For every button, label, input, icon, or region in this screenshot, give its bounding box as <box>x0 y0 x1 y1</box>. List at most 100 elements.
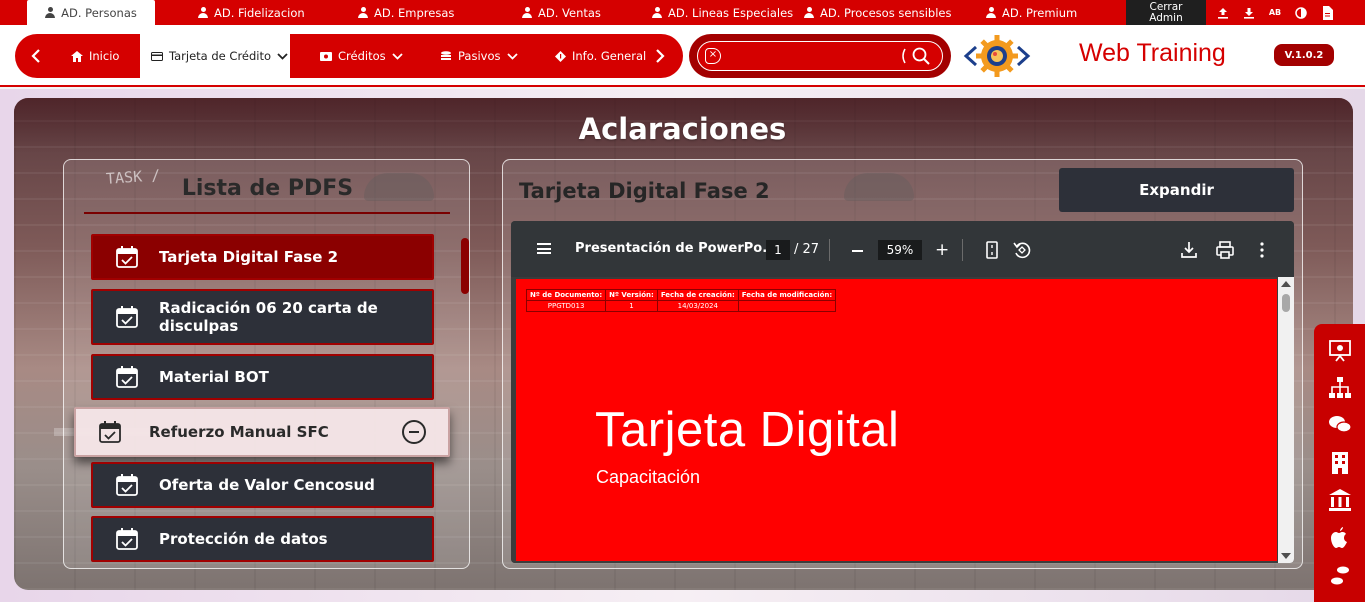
pdf-list-title: Lista de PDFS <box>181 176 354 201</box>
page-title: Aclaraciones <box>578 112 787 146</box>
logout-admin-button[interactable]: Cerrar Admin <box>1126 0 1206 25</box>
user-icon <box>358 7 368 18</box>
user-icon <box>652 7 662 18</box>
scroll-thumb[interactable] <box>1282 294 1290 312</box>
chevron-down-icon <box>391 52 403 60</box>
search-box: × <box>697 41 943 71</box>
calendar-check-icon <box>116 366 138 388</box>
pdf-item-tarjeta-digital-fase-2[interactable]: Tarjeta Digital Fase 2 <box>91 234 434 280</box>
chevron-down-icon <box>277 52 288 60</box>
apple-icon[interactable] <box>1328 526 1352 550</box>
org-chart-icon[interactable] <box>1328 376 1352 400</box>
contrast-icon[interactable] <box>1288 0 1314 25</box>
user-icon <box>986 7 996 18</box>
download-icon[interactable] <box>1236 0 1262 25</box>
nav-item-creditos[interactable]: Créditos <box>320 34 403 78</box>
slide-subtitle: Capacitación <box>596 467 701 487</box>
divider <box>962 239 963 261</box>
zoom-input[interactable]: 59% <box>878 240 922 260</box>
pdf-item-radicacion-carta-disculpas[interactable]: Radicación 06 20 carta de disculpas <box>91 289 434 345</box>
footprints-icon[interactable] <box>1328 564 1352 588</box>
search-button[interactable] <box>898 45 932 67</box>
clear-search-icon[interactable]: × <box>705 48 721 64</box>
menu-icon[interactable] <box>537 243 551 254</box>
coins-icon <box>441 50 451 60</box>
top-bar: AD. Personas AD. Fidelizacion AD. Empres… <box>0 0 1365 25</box>
search-input[interactable] <box>726 46 896 66</box>
calendar-check-icon <box>116 474 138 496</box>
tab-ad-ventas[interactable]: AD. Ventas <box>522 0 601 25</box>
pdf-item-material-bot[interactable]: Material BOT <box>91 354 434 400</box>
bank-icon[interactable] <box>1328 488 1352 512</box>
list-scrollbar[interactable] <box>461 238 469 294</box>
main-nav: Inicio Tarjeta de Crédito Créditos Pasiv… <box>0 25 1365 87</box>
upload-icon[interactable] <box>1210 0 1236 25</box>
tab-ad-fidelizacion[interactable]: AD. Fidelizacion <box>198 0 305 25</box>
pdf-viewer-panel: Tarjeta Digital Fase 2 Expandir Presenta… <box>502 159 1303 569</box>
version-badge: V.1.0.2 <box>1274 44 1334 66</box>
tab-ad-personas[interactable]: AD. Personas <box>27 0 155 25</box>
page-number-input[interactable]: 1 <box>766 240 790 260</box>
chevron-down-icon <box>506 52 518 60</box>
zoom-out-icon[interactable] <box>852 250 863 252</box>
search-icon <box>912 47 930 65</box>
nav-item-inicio[interactable]: Inicio <box>71 34 119 78</box>
side-quick-menu <box>1314 324 1365 602</box>
tab-ad-lineas-especiales[interactable]: AD. Lineas Especiales <box>652 0 793 25</box>
viewer-scrollbar[interactable] <box>1278 277 1294 563</box>
nav-item-pasivos[interactable]: Pasivos <box>440 34 518 78</box>
pdf-item-oferta-de-valor-cencosud[interactable]: Oferta de Valor Cencosud <box>91 462 434 508</box>
pdf-item-proteccion-de-datos[interactable]: Protección de datos <box>91 516 434 562</box>
print-icon[interactable] <box>1214 239 1236 261</box>
scroll-down-icon[interactable] <box>1281 553 1291 559</box>
nav-prev-button[interactable] <box>15 34 57 78</box>
info-icon <box>555 50 566 62</box>
credit-card-icon <box>151 51 163 61</box>
remove-icon[interactable] <box>402 420 426 444</box>
calendar-check-icon <box>116 528 138 550</box>
user-icon <box>45 7 56 18</box>
nav-item-tarjeta-de-credito[interactable]: Tarjeta de Crédito <box>140 34 290 78</box>
chat-icon[interactable] <box>1328 413 1352 437</box>
top-toolbar: AB <box>1210 0 1340 25</box>
tab-ad-empresas[interactable]: AD. Empresas <box>358 0 454 25</box>
font-size-icon[interactable]: AB <box>1262 0 1288 25</box>
pdf-list-panel: TASK / Lista de PDFS Tarjeta Digital Fas… <box>63 159 470 569</box>
pdf-canvas[interactable]: Nº de Documento: Nº Versión: Fecha de cr… <box>511 277 1294 563</box>
calendar-check-icon <box>116 306 138 328</box>
pdf-item-refuerzo-manual-sfc[interactable]: Refuerzo Manual SFC <box>74 407 450 457</box>
nav-menu: Inicio Tarjeta de Crédito Créditos Pasiv… <box>15 34 683 78</box>
page-total: / 27 <box>794 242 820 257</box>
money-icon <box>320 51 332 61</box>
zoom-in-icon[interactable]: + <box>935 241 949 259</box>
pdf-viewer: Presentación de PowerPo... 1 / 27 59% + … <box>511 221 1294 563</box>
nav-item-info-general[interactable]: Info. General <box>555 34 646 78</box>
building-icon[interactable] <box>1328 451 1352 475</box>
more-options-icon[interactable] <box>1251 239 1273 261</box>
brand-name: Web Training <box>1079 39 1226 67</box>
document-info-table: Nº de Documento: Nº Versión: Fecha de cr… <box>525 289 837 312</box>
document-name: Presentación de PowerPo... <box>575 241 778 256</box>
user-icon <box>198 7 208 18</box>
fit-page-icon[interactable] <box>981 239 1003 261</box>
tab-ad-premium[interactable]: AD. Premium <box>986 0 1077 25</box>
rotate-icon[interactable] <box>1011 239 1033 261</box>
viewer-title: Tarjeta Digital Fase 2 <box>519 179 770 203</box>
download-icon[interactable] <box>1178 239 1200 261</box>
calendar-check-icon <box>99 421 121 443</box>
document-icon[interactable] <box>1314 0 1340 25</box>
tab-ad-procesos-sensibles[interactable]: AD. Procesos sensibles <box>804 0 951 25</box>
user-icon <box>804 7 814 18</box>
user-icon <box>522 7 532 18</box>
calendar-check-icon <box>116 246 138 268</box>
search-bar: × <box>689 34 951 78</box>
nav-next-button[interactable] <box>639 34 681 78</box>
pdf-toolbar: Presentación de PowerPo... 1 / 27 59% + <box>511 221 1294 277</box>
home-icon <box>71 50 83 62</box>
scroll-up-icon[interactable] <box>1281 281 1291 287</box>
app-logo <box>963 35 1031 77</box>
slide-title: Tarjeta Digital <box>595 403 900 457</box>
pdf-page: Nº de Documento: Nº Versión: Fecha de cr… <box>516 279 1277 561</box>
presentation-icon[interactable] <box>1328 339 1352 363</box>
expand-button[interactable]: Expandir <box>1059 168 1294 212</box>
